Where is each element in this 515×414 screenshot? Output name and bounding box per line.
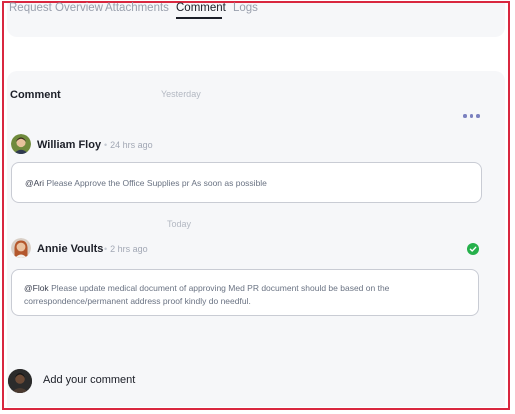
more-options-icon[interactable] — [463, 114, 480, 118]
comment-timestamp: • 2 hrs ago — [104, 244, 148, 254]
user-avatar-annie — [11, 238, 31, 258]
check-circle-icon — [467, 243, 479, 255]
comment-text: Please Approve the Office Supplies pr As… — [46, 178, 267, 188]
user-avatar-william — [11, 134, 31, 154]
add-comment-input[interactable]: Add your comment — [43, 374, 135, 386]
tab-request-overview[interactable]: Request Overview — [9, 2, 103, 14]
tab-comment[interactable]: Comment — [176, 2, 226, 14]
comment-bubble: @Flok Please update medical document of … — [11, 269, 479, 316]
active-tab-indicator — [176, 17, 222, 19]
comment-author[interactable]: Annie Voults — [37, 243, 103, 255]
comment-author[interactable]: William Floy — [37, 139, 101, 151]
comment-bubble: @Ari Please Approve the Office Supplies … — [11, 162, 482, 203]
comment-text: Please update medical document of approv… — [24, 283, 390, 306]
tab-logs[interactable]: Logs — [233, 2, 258, 14]
day-separator-today: Today — [167, 219, 192, 229]
current-user-avatar — [8, 369, 32, 393]
section-title: Comment — [10, 89, 61, 101]
comment-panel — [7, 71, 505, 407]
day-separator-yesterday: Yesterday — [161, 89, 201, 99]
mention[interactable]: @Ari — [25, 178, 44, 188]
mention[interactable]: @Flok — [24, 283, 49, 293]
comment-timestamp: • 24 hrs ago — [104, 140, 153, 150]
tab-attachments[interactable]: Attachments — [105, 2, 169, 14]
